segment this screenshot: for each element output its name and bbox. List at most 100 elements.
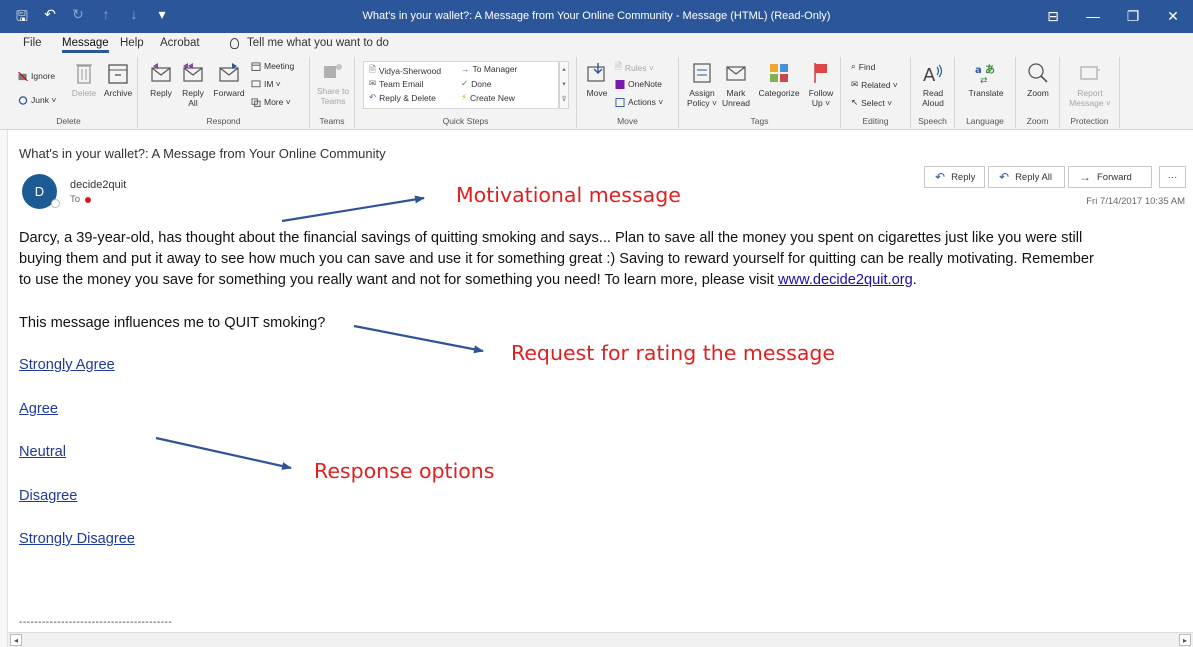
annotation-motivational: Motivational message — [456, 183, 681, 207]
onenote-icon — [615, 79, 625, 89]
onenote-button[interactable]: OneNote — [615, 79, 662, 89]
im-icon — [251, 79, 261, 87]
message-date: Fri 7/14/2017 10:35 AM — [1086, 196, 1185, 207]
assign-policy-button[interactable]: Assign Policy ˅ — [685, 61, 719, 108]
group-label-language: Language — [966, 116, 1004, 126]
group-label-quick-steps: Quick Steps — [442, 116, 489, 126]
svg-text:⇄: ⇄ — [980, 76, 988, 85]
quick-step-done[interactable]: ✓ Done — [461, 78, 491, 89]
scroll-right-icon[interactable]: ▸ — [1179, 634, 1191, 646]
move-icon — [587, 63, 605, 82]
lightbulb-icon — [230, 37, 239, 49]
group-quick-steps: 🗎 Vidya-Sherwood ✉ Team Email ↶ Reply & Del… — [355, 57, 577, 128]
forward-arrow-icon: → — [1079, 170, 1091, 184]
share-to-teams-button[interactable]: Share to Teams — [314, 61, 352, 106]
restore-button[interactable]: ❐ — [1113, 0, 1153, 33]
forward-button[interactable]: → Forward — [1068, 166, 1152, 188]
footer-divider: ---------------------------------------- — [19, 617, 173, 628]
quick-step-reply-delete[interactable]: ↶ Reply & Delete — [369, 92, 436, 103]
minimize-button[interactable]: — — [1073, 0, 1113, 33]
envelope-icon — [726, 66, 746, 81]
ribbon-display-icon[interactable]: ⊟ — [1033, 0, 1073, 33]
tab-acrobat[interactable]: Acrobat — [160, 37, 200, 49]
scroll-left-icon[interactable]: ◂ — [10, 634, 22, 646]
svg-text:A: A — [923, 65, 936, 85]
option-strongly-agree[interactable]: Strongly Agree — [19, 357, 115, 373]
group-zoom: Zoom Zoom — [1016, 57, 1060, 128]
website-link[interactable]: www.decide2quit.org — [778, 272, 913, 288]
title-bar: 🖫 ↶ ↻ ↑ ↓ ▾ What's in your wallet?: A Me… — [0, 0, 1193, 33]
more-respond-button[interactable]: More ˅ — [251, 97, 291, 107]
archive-button[interactable]: Archive — [100, 61, 136, 98]
group-label-zoom: Zoom — [1026, 116, 1049, 126]
group-speech: A Read Aloud Speech — [911, 57, 955, 128]
tell-me-label: Tell me what you want to do — [247, 37, 389, 49]
zoom-button[interactable]: Zoom — [1022, 61, 1054, 98]
message-subject: What's in your wallet?: A Message from Y… — [19, 146, 386, 161]
categorize-icon — [770, 64, 788, 82]
quick-steps-scroll[interactable]: ▴ ▾ ⊽ — [559, 61, 569, 109]
group-label-speech: Speech — [918, 116, 947, 126]
close-button[interactable]: ✕ — [1153, 0, 1193, 33]
related-button[interactable]: ✉ Related ˅ — [851, 79, 898, 90]
reply-button[interactable]: ↶ Reply — [924, 166, 985, 188]
find-button[interactable]: ⌕ Find — [851, 61, 875, 72]
body-line: buying them and put it away to see how m… — [19, 251, 1094, 267]
junk-button[interactable]: Junk ˅ — [18, 95, 56, 105]
follow-up-button[interactable]: Follow Up ˅ — [805, 61, 837, 108]
horizontal-scrollbar[interactable]: ◂ ▸ — [8, 632, 1193, 647]
quick-step-create-new[interactable]: ⚡ Create New — [461, 92, 515, 103]
recipient-status-dot — [85, 196, 92, 203]
read-aloud-button[interactable]: A Read Aloud — [917, 61, 949, 108]
option-agree[interactable]: Agree — [19, 401, 58, 417]
delete-button[interactable]: Delete — [68, 61, 100, 98]
reply-all-button[interactable]: ↶ Reply All — [988, 166, 1065, 188]
select-button[interactable]: ↖ Select ˅ — [851, 97, 892, 108]
tell-me-search[interactable]: Tell me what you want to do — [230, 37, 389, 49]
tab-message[interactable]: Message — [62, 37, 109, 53]
option-strongly-disagree[interactable]: Strongly Disagree — [19, 531, 135, 547]
window-controls: ⊟ — ❐ ✕ — [1033, 0, 1193, 33]
group-delete: Ignore Junk ˅ Delete Archive Delete — [0, 57, 138, 128]
group-label-move: Move — [617, 116, 638, 126]
trash-icon — [76, 64, 92, 84]
body-line: to use the money you save for something … — [19, 272, 917, 288]
junk-icon — [18, 95, 28, 105]
mark-unread-button[interactable]: Mark Unread — [721, 61, 751, 108]
option-disagree[interactable]: Disagree — [19, 488, 77, 504]
meeting-button[interactable]: Meeting — [251, 61, 294, 71]
tab-file[interactable]: File — [23, 37, 42, 49]
to-label: To — [70, 194, 81, 205]
categorize-button[interactable]: Categorize — [755, 61, 803, 98]
option-neutral[interactable]: Neutral — [19, 444, 66, 460]
tab-help[interactable]: Help — [120, 37, 144, 49]
move-button[interactable]: Move — [583, 61, 611, 98]
group-protection: Report Message ˅ Protection — [1060, 57, 1120, 128]
ignore-icon — [18, 71, 28, 81]
arrow-motivational — [281, 195, 425, 223]
ribbon-forward-button[interactable]: Forward — [210, 61, 248, 98]
actions-button[interactable]: Actions ˅ — [615, 97, 663, 107]
more-icon — [251, 97, 261, 107]
teams-icon — [324, 64, 342, 78]
translate-button[interactable]: a あ ⇄ Translate — [963, 61, 1009, 98]
quick-step-vidya[interactable]: 🗎 Vidya-Sherwood — [369, 64, 441, 78]
quick-step-team-email[interactable]: ✉ Team Email — [369, 78, 424, 89]
rules-button[interactable]: 🗎 Rules ˅ — [615, 61, 654, 75]
ribbon-reply-button[interactable]: Reply — [146, 61, 176, 98]
presence-indicator — [51, 199, 60, 208]
report-message-button[interactable]: Report Message ˅ — [1066, 61, 1114, 108]
ignore-button[interactable]: Ignore — [18, 71, 55, 81]
forward-icon — [219, 63, 239, 82]
reply-all-icon — [183, 63, 203, 82]
reply-icon — [151, 63, 171, 82]
group-teams: Share to Teams Teams — [310, 57, 355, 128]
read-aloud-icon: A — [923, 64, 943, 85]
group-move: Move 🗎 Rules ˅ OneNote Actions ˅ Move — [577, 57, 679, 128]
im-button[interactable]: IM ˅ — [251, 79, 281, 89]
flag-icon — [814, 63, 827, 83]
more-actions-button[interactable]: ··· — [1159, 166, 1186, 188]
sender-name[interactable]: decide2quit — [70, 179, 126, 191]
quick-step-to-manager[interactable]: → To Manager — [461, 64, 517, 74]
ribbon-reply-all-button[interactable]: Reply All — [178, 61, 208, 108]
